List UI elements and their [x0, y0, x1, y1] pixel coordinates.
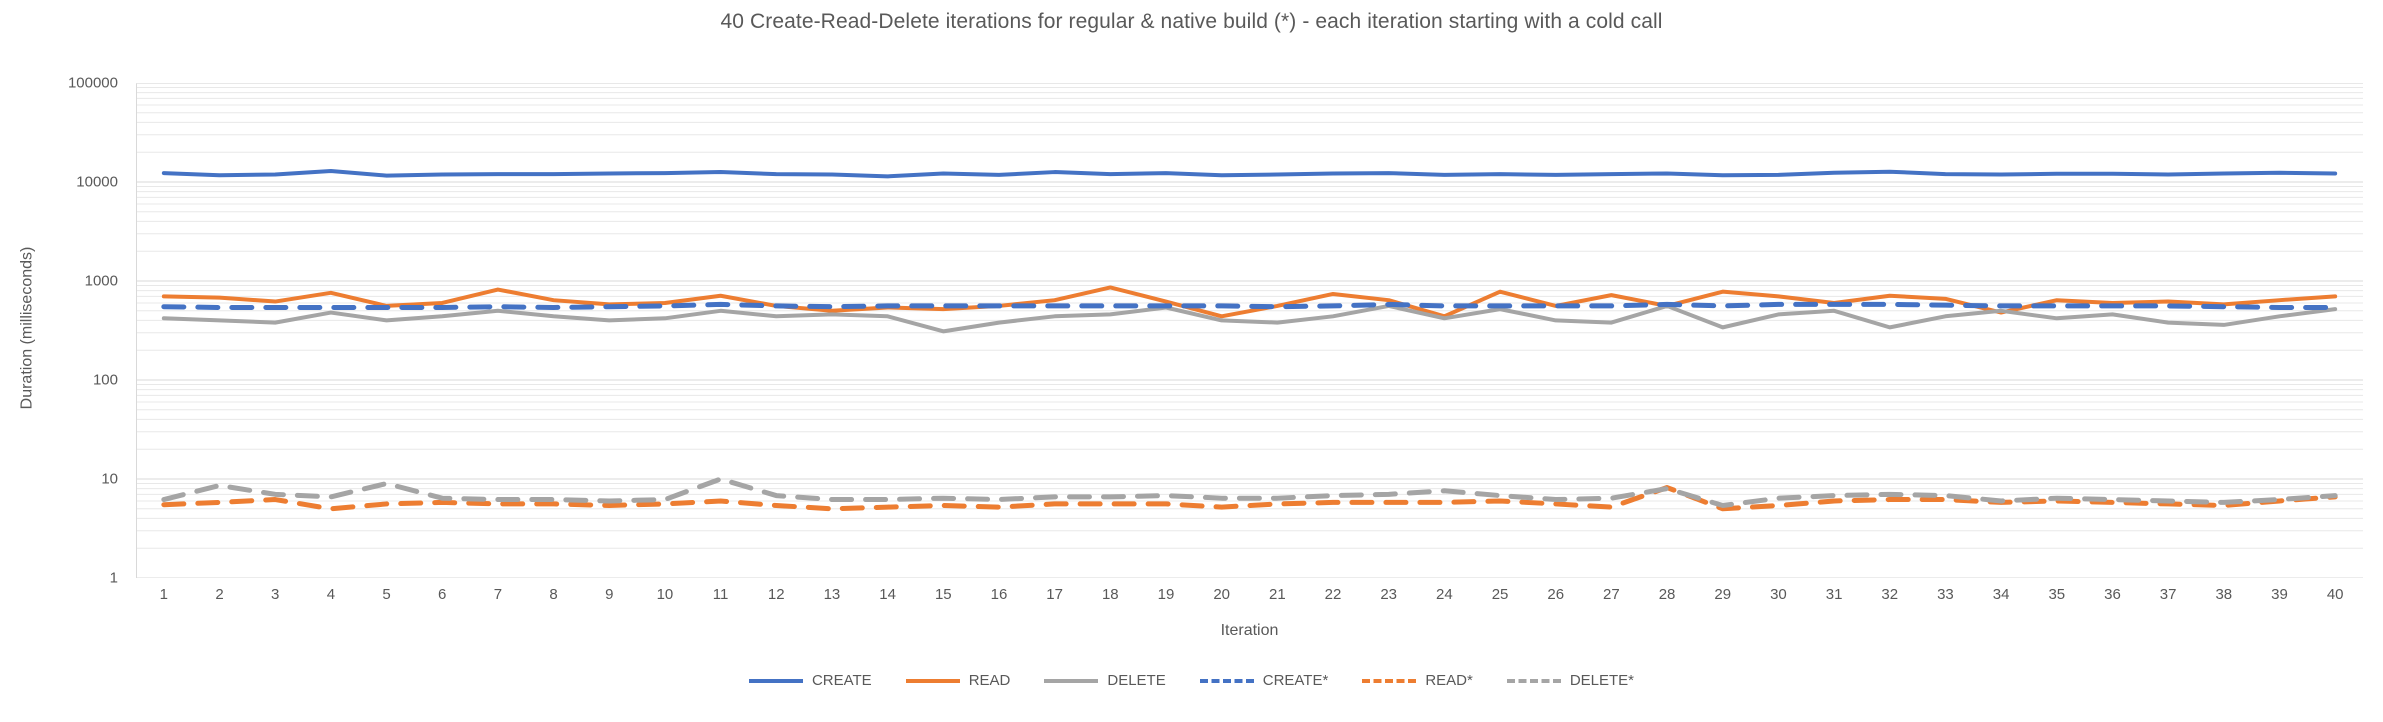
- x-tick-label: 10: [656, 586, 674, 603]
- x-tick-label: 28: [1658, 586, 1676, 603]
- x-tick-label: 27: [1603, 586, 1620, 603]
- x-tick-label: 24: [1436, 586, 1453, 603]
- legend-label: READ: [968, 672, 1011, 689]
- x-tick-label: 25: [1491, 586, 1509, 603]
- x-tick-label: 18: [1101, 586, 1119, 603]
- x-tick-label: 29: [1714, 586, 1732, 603]
- x-tick-label: 5: [382, 586, 391, 603]
- legend-swatch-icon: [905, 678, 960, 683]
- legend-item-delete-native[interactable]: DELETE*: [1506, 672, 1635, 689]
- chart-title: 40 Create-Read-Delete iterations for reg…: [720, 10, 1663, 33]
- legend-swatch-icon: [1044, 678, 1099, 683]
- legend-label: CREATE: [811, 672, 872, 689]
- x-tick-label: 35: [2048, 586, 2066, 603]
- x-tick-label: 21: [1268, 586, 1286, 603]
- x-tick-label: 31: [1825, 586, 1843, 603]
- y-tick-label: 10: [101, 470, 118, 488]
- x-tick-label: 19: [1157, 586, 1175, 603]
- y-tick-label: 1: [109, 569, 118, 587]
- y-tick-label: 100: [92, 371, 118, 389]
- legend-label: READ*: [1425, 672, 1473, 689]
- x-tick-label: 15: [934, 586, 952, 603]
- x-tick-label: 37: [2159, 586, 2177, 603]
- x-tick-label: 22: [1324, 586, 1342, 603]
- x-tick-label: 30: [1770, 586, 1787, 603]
- x-tick-label: 26: [1547, 586, 1565, 603]
- x-tick-label: 40: [2326, 586, 2344, 603]
- chart-container: 40 Create-Read-Delete iterations for reg…: [0, 0, 2383, 722]
- x-tick-label: 33: [1937, 586, 1954, 603]
- x-tick-label: 17: [1046, 586, 1063, 603]
- legend-item-create-native[interactable]: CREATE*: [1199, 672, 1329, 689]
- y-tick-label: 1000: [84, 272, 118, 290]
- x-tick-label: 11: [712, 586, 729, 603]
- legend-swatch-icon: [1199, 678, 1254, 683]
- x-tick-label: 13: [823, 586, 841, 603]
- x-tick-label: 12: [767, 586, 785, 603]
- legend-item-read[interactable]: READ: [905, 672, 1011, 689]
- x-tick-label: 8: [549, 586, 558, 603]
- x-tick-label: 20: [1213, 586, 1230, 603]
- x-tick-label: 2: [215, 586, 224, 603]
- legend-item-create[interactable]: CREATE: [748, 672, 872, 689]
- legend-swatch-icon: [1506, 678, 1561, 683]
- x-tick-label: 6: [438, 586, 447, 603]
- x-tick-label: 1: [159, 586, 168, 603]
- x-axis-title: Iteration: [1220, 622, 1279, 639]
- legend-item-delete[interactable]: DELETE: [1044, 672, 1166, 689]
- x-tick-label: 7: [493, 586, 503, 603]
- legend-label: DELETE*: [1569, 672, 1635, 689]
- x-tick-label: 38: [2215, 586, 2233, 603]
- x-tick-label: 4: [326, 586, 336, 603]
- x-tick-label: 16: [990, 586, 1008, 603]
- x-tick-label: 32: [1881, 586, 1899, 603]
- legend-label: DELETE: [1107, 672, 1166, 689]
- x-tick-label: 9: [605, 586, 614, 603]
- plot-area: [136, 83, 2363, 578]
- plot-frame: [136, 83, 2363, 578]
- legend-label: CREATE*: [1262, 672, 1329, 689]
- y-tick-label: 10000: [76, 173, 118, 191]
- chart-legend: CREATE READ DELETE CREATE* READ* DELETE*: [0, 672, 2383, 689]
- legend-swatch-icon: [1362, 678, 1417, 683]
- x-tick-label: 34: [1992, 586, 2010, 603]
- x-tick-label: 39: [2271, 586, 2288, 603]
- y-axis-title: Duration (milliseconds): [18, 246, 36, 410]
- x-tick-label: 3: [271, 586, 280, 603]
- x-tick-label: 23: [1380, 586, 1398, 603]
- legend-item-read-native[interactable]: READ*: [1362, 672, 1473, 689]
- y-tick-label: 100000: [67, 74, 118, 92]
- legend-swatch-icon: [748, 678, 803, 683]
- x-tick-label: 14: [879, 586, 896, 603]
- x-tick-label: 36: [2104, 586, 2121, 603]
